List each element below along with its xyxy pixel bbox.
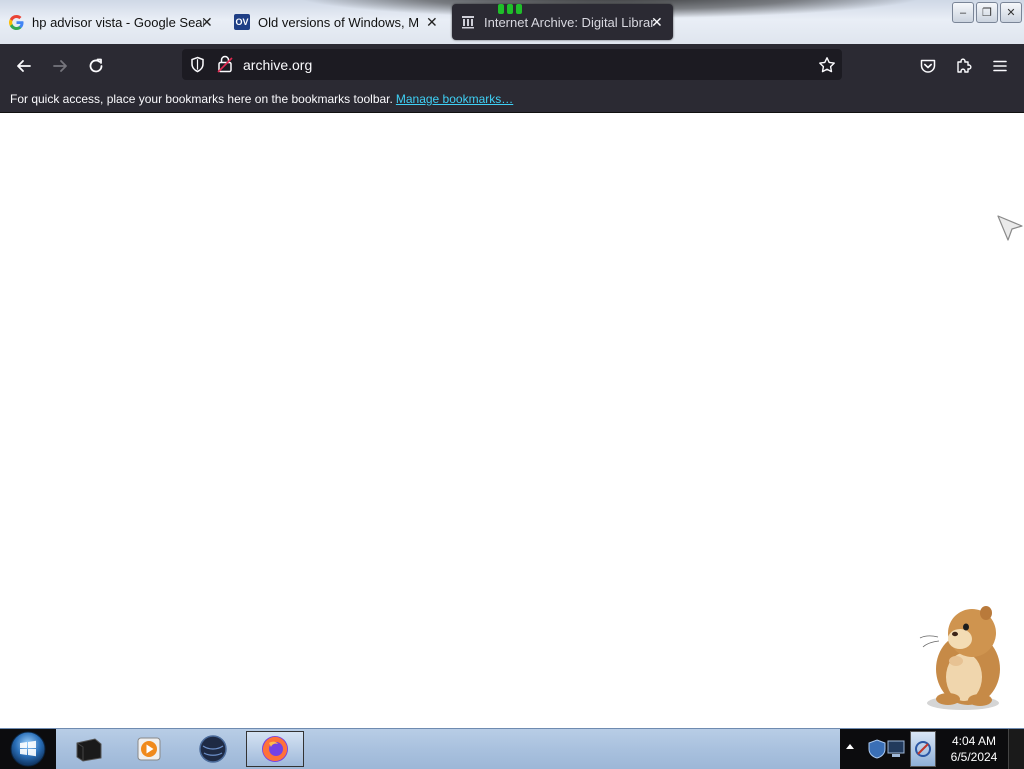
bookmarks-toolbar: For quick access, place your bookmarks h… xyxy=(0,86,1024,113)
active-tray-app-icon[interactable] xyxy=(910,731,936,767)
firefox-icon xyxy=(262,736,288,762)
url-bar[interactable]: archive.org xyxy=(182,49,842,80)
tab-loading-indicator-icon xyxy=(498,4,528,16)
window-controls: – ❐ ✕ xyxy=(952,2,1022,23)
dark-window-app-icon xyxy=(76,738,102,762)
forward-button[interactable] xyxy=(46,52,74,80)
close-window-button[interactable]: ✕ xyxy=(1000,2,1022,23)
insecure-lock-icon[interactable] xyxy=(217,55,233,73)
archive-building-icon xyxy=(460,14,476,30)
tab-old-versions[interactable]: OV Old versions of Windows, Mac ✕ xyxy=(234,4,444,40)
oldversion-favicon-icon: OV xyxy=(234,14,250,30)
close-icon[interactable]: ✕ xyxy=(651,15,663,29)
taskbar-app-1[interactable] xyxy=(60,731,118,767)
bookmarks-empty-message: For quick access, place your bookmarks h… xyxy=(10,92,393,106)
tab-title: hp advisor vista - Google Search xyxy=(32,14,204,30)
pocket-icon xyxy=(920,59,936,73)
arrow-right-icon xyxy=(53,60,67,72)
manage-bookmarks-link[interactable]: Manage bookmarks… xyxy=(396,92,513,106)
tab-google-search[interactable]: hp advisor vista - Google Search ✕ xyxy=(8,4,216,40)
back-button[interactable] xyxy=(10,52,38,80)
tab-title: Old versions of Windows, Mac xyxy=(258,14,418,30)
reload-icon xyxy=(89,58,103,73)
clock-time: 4:04 AM xyxy=(951,734,997,748)
show-hidden-icons-button[interactable] xyxy=(846,744,854,749)
arrow-left-icon xyxy=(17,60,31,72)
system-tray xyxy=(840,729,940,769)
clock-date: 6/5/2024 xyxy=(950,750,998,764)
pocket-button[interactable] xyxy=(914,52,942,80)
tab-title: Internet Archive: Digital Library xyxy=(484,14,654,30)
navigation-toolbar: archive.org xyxy=(0,44,1024,86)
page-content[interactable] xyxy=(0,113,1024,728)
mouse-cursor-icon xyxy=(997,215,1023,241)
taskbar-firefox[interactable] xyxy=(246,731,304,767)
globe-app-icon xyxy=(199,735,227,763)
close-icon[interactable]: ✕ xyxy=(201,15,213,29)
google-icon xyxy=(8,14,24,30)
taskbar: 4:04 AM 6/5/2024 xyxy=(0,728,1024,769)
hamster-mascot-icon[interactable] xyxy=(918,603,1012,713)
show-desktop-button[interactable] xyxy=(1008,729,1024,769)
app-menu-button[interactable] xyxy=(986,52,1014,80)
close-icon[interactable]: ✕ xyxy=(426,15,438,29)
reload-button[interactable] xyxy=(82,52,110,80)
system-clock[interactable]: 4:04 AM 6/5/2024 xyxy=(940,729,1008,769)
puzzle-piece-icon xyxy=(957,58,972,73)
taskbar-app-3[interactable] xyxy=(184,731,242,767)
network-tray-icon[interactable] xyxy=(886,739,908,759)
security-shield-tray-icon[interactable] xyxy=(866,738,888,760)
tab-internet-archive[interactable]: Internet Archive: Digital Library ✕ xyxy=(452,4,673,40)
minimize-button[interactable]: – xyxy=(952,2,974,23)
start-button[interactable] xyxy=(0,729,56,769)
windows-logo-icon xyxy=(10,731,46,767)
restore-button[interactable]: ❐ xyxy=(976,2,998,23)
taskbar-media-player[interactable] xyxy=(120,731,178,767)
url-text[interactable]: archive.org xyxy=(243,57,312,73)
hamburger-menu-icon xyxy=(993,60,1007,72)
tab-strip: hp advisor vista - Google Search ✕ OV Ol… xyxy=(0,0,1024,44)
media-player-icon xyxy=(137,737,161,761)
shield-icon[interactable] xyxy=(189,56,206,73)
star-icon[interactable] xyxy=(818,56,836,74)
extensions-button[interactable] xyxy=(950,52,978,80)
